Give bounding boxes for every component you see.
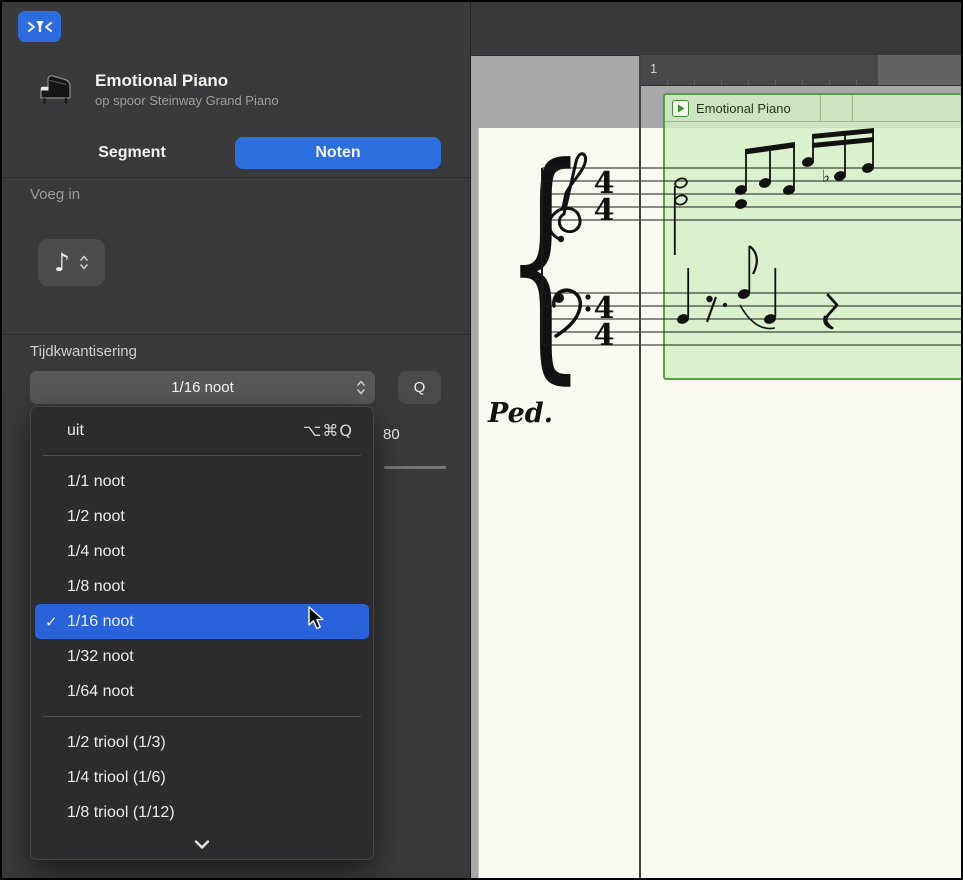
- menu-item-uit[interactable]: uit ⌥⌘Q: [35, 413, 369, 448]
- bar-number: 1: [650, 61, 657, 76]
- menu-item-label: 1/1 noot: [67, 473, 125, 491]
- quantize-popup-value: 1/16 noot: [171, 379, 234, 396]
- menu-item-label: 1/2 triool (1/3): [67, 734, 166, 752]
- menu-item-label: 1/4 noot: [67, 543, 125, 561]
- region-name: Emotional Piano: [696, 101, 791, 116]
- menu-item-label: 1/64 noot: [67, 683, 134, 701]
- insert-note-value-button[interactable]: ♪: [38, 239, 105, 286]
- filter-funnel-icon: [26, 18, 54, 36]
- notation-canvas: { 4 4 4 4: [478, 128, 963, 880]
- quantize-section-label: Tijdkwantisering: [30, 343, 137, 360]
- playhead-line[interactable]: [639, 55, 641, 880]
- treble-notes[interactable]: ♭: [674, 128, 875, 255]
- inspector-panel: Emotional Piano op spoor Steinway Grand …: [0, 0, 471, 880]
- menu-item[interactable]: 1/2 triool (1/3): [35, 725, 369, 760]
- menu-item[interactable]: 1/1 noot: [35, 464, 369, 499]
- popup-chevrons-icon: [356, 379, 366, 401]
- time-signature-bottom: 4: [594, 318, 615, 353]
- scroll-down-icon: [192, 839, 212, 850]
- menu-item[interactable]: 1/4 triool (1/6): [35, 760, 369, 795]
- quantize-popup[interactable]: 1/16 noot: [30, 371, 375, 404]
- quantize-strength-value: 80: [383, 426, 400, 443]
- bar-ruler[interactable]: 1: [640, 55, 963, 86]
- menu-item-label: 1/8 triool (1/12): [67, 804, 175, 822]
- menu-item-label: 1/16 noot: [67, 613, 134, 631]
- bass-notes[interactable]: [676, 246, 837, 329]
- menu-item[interactable]: 1/2 noot: [35, 499, 369, 534]
- tab-segment[interactable]: Segment: [29, 137, 235, 169]
- mouse-cursor: [308, 606, 330, 637]
- score-editor: 1 Emotional Piano {: [471, 0, 963, 880]
- menu-item-label: uit: [67, 422, 84, 440]
- menu-separator: [43, 455, 361, 456]
- pedal-marking: Ped.: [487, 398, 553, 429]
- menu-item[interactable]: 1/4 noot: [35, 534, 369, 569]
- menu-item-shortcut: ⌥⌘Q: [303, 421, 353, 440]
- track-subtitle: op spoor Steinway Grand Piano: [95, 93, 279, 108]
- strength-slider[interactable]: [384, 466, 446, 469]
- eighth-note-icon: ♪: [54, 250, 70, 275]
- divider: [0, 334, 470, 335]
- divider: [0, 177, 470, 178]
- menu-item[interactable]: 1/64 noot: [35, 674, 369, 709]
- q-button-label: Q: [414, 379, 426, 396]
- score-editor-topbar: [471, 0, 963, 56]
- stepper-chevrons-icon: [79, 254, 89, 271]
- menu-item-label: 1/4 triool (1/6): [67, 769, 166, 787]
- quantize-apply-button[interactable]: Q: [398, 371, 441, 404]
- menu-item[interactable]: 1/32 noot: [35, 639, 369, 674]
- menu-item[interactable]: 1/8 triool (1/12): [35, 795, 369, 830]
- menu-item[interactable]: 1/8 noot: [35, 569, 369, 604]
- ruler-end-block: [878, 55, 963, 85]
- region-header: Emotional Piano: [665, 95, 961, 122]
- menu-item-label: 1/32 noot: [67, 648, 134, 666]
- menu-separator: [43, 716, 361, 717]
- time-signature-bottom: 4: [594, 193, 615, 228]
- inspector-tab-bar: Segment Noten: [29, 137, 441, 169]
- tab-noten[interactable]: Noten: [235, 137, 441, 169]
- insert-section-label: Voeg in: [30, 186, 80, 203]
- menu-scroll-down[interactable]: [31, 830, 373, 853]
- midi-filter-button[interactable]: [18, 11, 61, 42]
- region-header-divider: [820, 95, 821, 121]
- checkmark-icon: ✓: [45, 613, 58, 631]
- track-title: Emotional Piano: [95, 71, 228, 91]
- region-header-divider: [852, 95, 853, 121]
- menu-item-label: 1/2 noot: [67, 508, 125, 526]
- menu-item-label: 1/8 noot: [67, 578, 125, 596]
- grand-piano-icon: [36, 70, 74, 113]
- region-play-icon[interactable]: [672, 100, 689, 117]
- ruler-ticks: [640, 79, 878, 85]
- flat-accidental: ♭: [822, 167, 830, 187]
